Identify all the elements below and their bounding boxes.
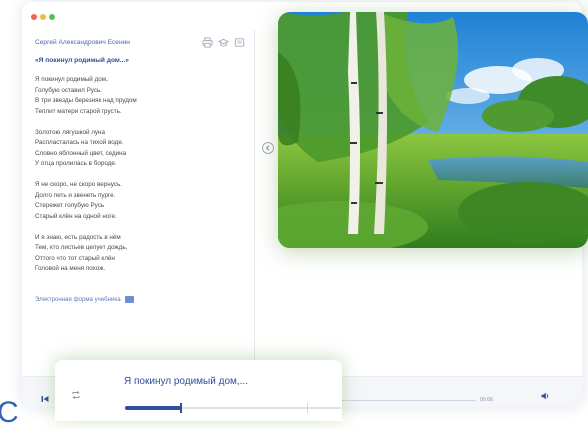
poem-line: Тем, кто листьев целует дождь, bbox=[35, 244, 128, 251]
poem-line: В три звезды березняк над прудом bbox=[35, 97, 137, 104]
graduation-cap-icon[interactable] bbox=[218, 37, 229, 48]
author-name: Сергей Александрович Есенин bbox=[35, 39, 130, 46]
poem-title: «Я покинул родимый дом...» bbox=[35, 57, 129, 64]
poem-line: Стережет голубую Русь bbox=[35, 202, 105, 209]
track-title: Я покинул родимый дом,... bbox=[124, 376, 248, 387]
book-icon bbox=[124, 296, 134, 303]
zoom-window-dot[interactable] bbox=[49, 14, 55, 20]
poem-line: Распласталась на тихой воде. bbox=[35, 139, 124, 146]
progress-track-remainder[interactable] bbox=[340, 400, 476, 401]
poem-toolbar bbox=[202, 37, 245, 48]
stanza: Золотою лягушкой луна Распласталась на т… bbox=[35, 128, 235, 170]
corner-glyph: C bbox=[0, 396, 19, 429]
chevron-left-icon bbox=[265, 145, 270, 151]
skip-back-icon[interactable] bbox=[41, 395, 49, 403]
now-playing-card: Я покинул родимый дом,... bbox=[55, 360, 342, 421]
poem-line: Я не скоро, не скоро вернусь. bbox=[35, 181, 122, 188]
poem-line: И я знаю, есть радость в нём bbox=[35, 233, 121, 241]
collapse-panel-button[interactable] bbox=[262, 142, 274, 154]
poem-line: Долго петь и звенеть пурге. bbox=[35, 191, 116, 199]
stanza: Я покинул родимый дом, Голубую оставил Р… bbox=[35, 75, 235, 117]
poem-line: Теплит матери старой грусть. bbox=[35, 107, 122, 115]
progress-track[interactable] bbox=[125, 403, 341, 413]
progress-tick bbox=[307, 403, 308, 413]
printer-icon[interactable] bbox=[202, 37, 213, 48]
poem-line: Золотою лягушкой луна bbox=[35, 128, 106, 136]
poem-line: Старый клён на одной ноге. bbox=[35, 212, 117, 220]
close-window-dot[interactable] bbox=[31, 14, 37, 20]
etextbook-link-label: Электронная форма учебника bbox=[35, 296, 121, 303]
etextbook-link[interactable]: Электронная форма учебника bbox=[35, 296, 134, 303]
stanza: И я знаю, есть радость в нём Тем, кто ли… bbox=[35, 233, 235, 275]
poem-line: Оттого что тот старый клён bbox=[35, 254, 115, 262]
poem-line: Словно яблонный цвет, седина bbox=[35, 149, 127, 157]
poem-panel: Сергей Александрович Есенин «Я покинул р… bbox=[22, 30, 255, 378]
poem-line: Я покинул родимый дом, bbox=[35, 76, 108, 83]
time-remaining: 00:06 bbox=[480, 397, 493, 403]
notes-icon[interactable] bbox=[234, 37, 245, 48]
progress-fill bbox=[125, 406, 182, 410]
poem-line: У отца пролилась в бороде. bbox=[35, 160, 117, 167]
landscape-photo bbox=[278, 12, 588, 248]
poem-line: Головой на меня похож. bbox=[35, 265, 106, 272]
minimize-window-dot[interactable] bbox=[40, 14, 46, 20]
repeat-icon[interactable] bbox=[71, 390, 81, 400]
stanza: Я не скоро, не скоро вернусь. Долго петь… bbox=[35, 180, 235, 222]
poem-text: Я покинул родимый дом, Голубую оставил Р… bbox=[35, 75, 235, 285]
poem-line: Голубую оставил Русь. bbox=[35, 86, 103, 94]
landscape-image bbox=[278, 12, 588, 248]
volume-icon[interactable] bbox=[541, 392, 550, 400]
progress-thumb[interactable] bbox=[180, 403, 183, 413]
